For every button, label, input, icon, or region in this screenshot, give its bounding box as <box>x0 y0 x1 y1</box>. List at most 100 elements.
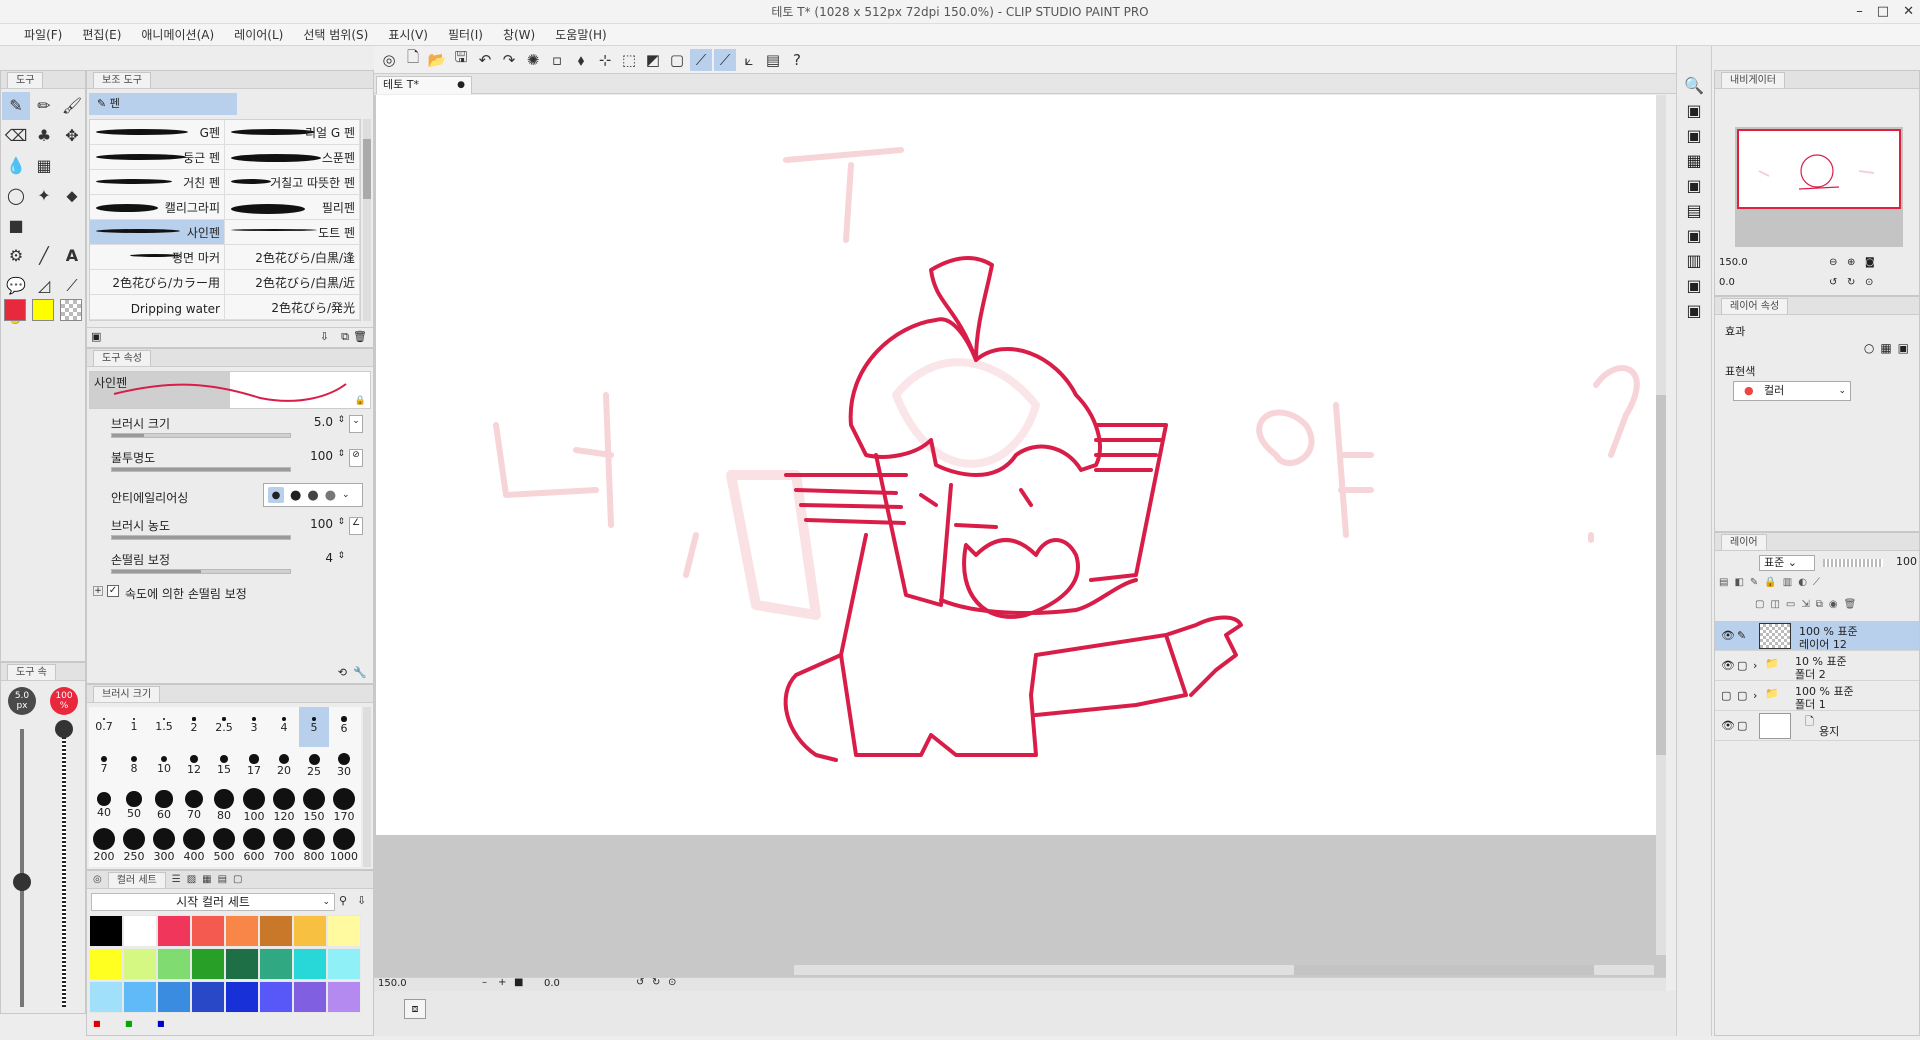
antialias-weak-icon[interactable]: ● <box>290 488 301 503</box>
balloon-tool-icon[interactable]: 💬 <box>2 272 30 300</box>
brush-size-option[interactable]: 6 <box>329 707 359 747</box>
subtool-calligraphy[interactable]: 캘리그라피 <box>90 195 225 219</box>
antialias-none-icon[interactable]: ● <box>268 487 284 503</box>
subtool-round-pen[interactable]: 둥근 펜 <box>90 145 225 169</box>
close-button[interactable]: ✕ <box>1903 0 1914 24</box>
main-color-swatch[interactable] <box>4 299 26 321</box>
color-swatch[interactable] <box>293 981 327 1013</box>
undo-icon[interactable]: ↶ <box>474 49 496 71</box>
layer-row[interactable]: 👁 ▢ 🗋 용지 <box>1715 711 1919 741</box>
navigator-zoom-value[interactable]: 150.0 <box>1719 257 1748 268</box>
help-icon[interactable]: ? <box>786 49 808 71</box>
color-swatch[interactable] <box>123 981 157 1013</box>
navigator-tab[interactable]: 내비게이터 <box>1721 71 1785 88</box>
save-icon[interactable]: 🖫 <box>450 48 472 71</box>
deselect-icon[interactable]: ⬚ <box>618 49 640 71</box>
material-icon-2[interactable]: ▣ <box>1686 126 1701 145</box>
subtool-petal-glow[interactable]: 2色花びら/発光 <box>225 295 360 319</box>
expression-select[interactable]: ● 컬러 ⌄ <box>1733 381 1851 401</box>
new-raster-icon[interactable]: ▢ <box>1755 599 1764 617</box>
maximize-button[interactable]: □ <box>1877 0 1889 24</box>
brush-size-option[interactable]: 15 <box>209 747 239 787</box>
color-swatch[interactable] <box>259 948 293 980</box>
eye-icon[interactable]: 👁 <box>1721 659 1735 672</box>
size-vertical-slider[interactable] <box>20 729 24 1007</box>
menu-edit[interactable]: 편집(E) <box>72 24 131 45</box>
color-swatch[interactable] <box>259 915 293 947</box>
wrench-icon[interactable]: 🔧 <box>353 666 367 679</box>
canvas-hscrollbar[interactable] <box>794 965 1654 975</box>
spinner-icon[interactable]: ⇕ <box>337 415 345 425</box>
size-slider-knob[interactable] <box>13 872 31 891</box>
subtool-import-icon[interactable]: ⇩ <box>320 330 329 343</box>
subtool-settings-icon[interactable]: ▣ <box>91 330 101 343</box>
subtool-dot-pen[interactable]: 도트 펜 <box>225 220 360 244</box>
color-swatch[interactable] <box>191 981 225 1013</box>
navigator-preview[interactable] <box>1735 127 1903 247</box>
eye-icon[interactable]: 👁 <box>1721 629 1735 642</box>
color-swatch[interactable] <box>293 915 327 947</box>
brush-size-option[interactable]: 30 <box>329 747 359 787</box>
color-swatch[interactable] <box>123 915 157 947</box>
search-icon[interactable]: 🔍 <box>1684 76 1704 95</box>
stabilization-slider[interactable] <box>111 569 291 574</box>
subtool-flat-marker[interactable]: 평면 마커 <box>90 245 225 269</box>
subtool-real-g-pen[interactable]: 리얼 G 펜 <box>225 120 360 144</box>
zoom-in-icon[interactable]: + <box>498 977 506 988</box>
brush-size-tab[interactable]: 브러시 크기 <box>93 685 161 702</box>
navigator-angle-value[interactable]: 0.0 <box>1719 277 1735 288</box>
brush-size-option[interactable]: 500 <box>209 827 239 867</box>
menu-selection[interactable]: 선택 범위(S) <box>293 24 378 45</box>
opacity-value[interactable]: 100 <box>310 449 333 463</box>
brush-size-option[interactable]: 100 <box>239 787 269 827</box>
color-set-select[interactable]: 시작 컬러 세트 ⌄ <box>91 893 335 911</box>
color-swatch[interactable] <box>157 915 191 947</box>
brush-size-option[interactable]: 170 <box>329 787 359 827</box>
color-swatch[interactable] <box>157 948 191 980</box>
antialias-strong-icon[interactable]: ● <box>325 488 336 503</box>
color-swatch[interactable] <box>89 981 123 1013</box>
zoom-out-icon[interactable]: – <box>482 977 487 988</box>
menu-filter[interactable]: 필터(I) <box>438 24 493 45</box>
canvas-vscrollbar[interactable] <box>1656 95 1666 955</box>
mask-icon[interactable]: ◐ <box>1798 577 1807 595</box>
density-value[interactable]: 100 <box>310 517 333 531</box>
color-swatch[interactable] <box>327 948 361 980</box>
brush-size-scrollbar[interactable] <box>363 707 371 867</box>
color-swatch[interactable] <box>293 948 327 980</box>
sub-view-icon[interactable]: ▢ <box>233 874 242 885</box>
fit-icon[interactable]: ◙ <box>1865 257 1875 268</box>
brush-size-option[interactable]: 1000 <box>329 827 359 867</box>
brush-size-option[interactable]: 400 <box>179 827 209 867</box>
brush-size-option[interactable]: 600 <box>239 827 269 867</box>
move-tool-icon[interactable]: ✥ <box>58 122 86 150</box>
opacity-slider[interactable] <box>111 467 291 472</box>
pencil-tool-icon[interactable]: ✏ <box>30 92 58 120</box>
color-swatch[interactable] <box>225 948 259 980</box>
delete-layer-icon[interactable]: 🗑 <box>1844 599 1857 617</box>
blend-mode-select[interactable]: 표준 ⌄ <box>1759 555 1815 571</box>
open-file-icon[interactable]: 📂 <box>426 49 448 71</box>
subtool-group-tab[interactable]: ✎ 펜 <box>89 93 237 115</box>
color-swatch[interactable] <box>327 915 361 947</box>
intermediate-color-icon[interactable]: ▨ <box>187 874 196 885</box>
transparent-color-swatch[interactable] <box>60 299 82 321</box>
color-swatch[interactable] <box>123 948 157 980</box>
brush-size-option[interactable]: 70 <box>179 787 209 827</box>
brush-size-value[interactable]: 5.0 <box>314 415 333 429</box>
subtool-scrollbar[interactable] <box>363 119 371 321</box>
subtool-duplicate-icon[interactable]: ⧉ <box>341 330 349 344</box>
fill-tool-icon[interactable]: ⬥ <box>58 182 86 210</box>
brush-size-option[interactable]: 2 <box>179 707 209 747</box>
lock-icon[interactable]: 🔒 <box>1764 577 1776 595</box>
blend-tool-icon[interactable]: 💧 <box>2 152 30 180</box>
material-icon-8[interactable]: ▣ <box>1686 276 1701 295</box>
spinner-icon[interactable]: ⇕ <box>337 449 345 459</box>
color-history-icon[interactable]: ▤ <box>218 874 227 885</box>
brush-size-option[interactable]: 40 <box>89 787 119 827</box>
subtool-petal-bw-1[interactable]: 2色花びら/白黒/逢 <box>225 245 360 269</box>
mesh-tool-icon[interactable]: ▦ <box>30 152 58 180</box>
ruler-icon[interactable]: ⟋ <box>1813 577 1820 595</box>
brush-size-option[interactable]: 80 <box>209 787 239 827</box>
brush-size-option[interactable]: 300 <box>149 827 179 867</box>
